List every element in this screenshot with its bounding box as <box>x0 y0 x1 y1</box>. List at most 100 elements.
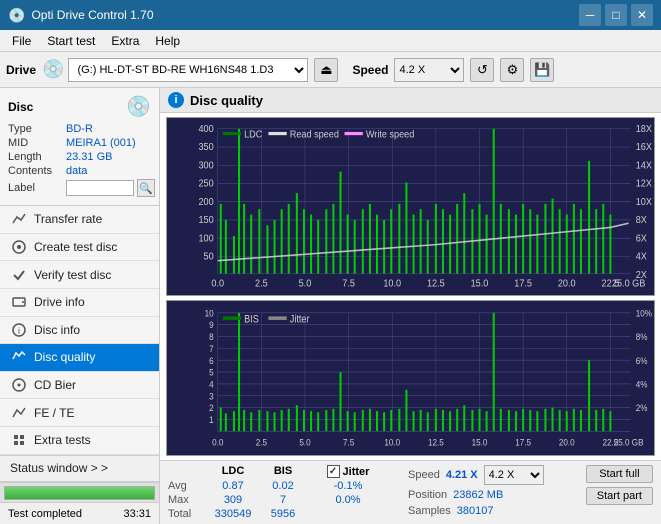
disc-length-row: Length 23.31 GB <box>8 151 151 163</box>
max-ldc: 309 <box>208 494 258 506</box>
sidebar-item-extra-tests[interactable]: Extra tests <box>0 427 159 455</box>
total-ldc: 330549 <box>208 508 258 520</box>
svg-text:12.5: 12.5 <box>428 437 444 448</box>
svg-text:6X: 6X <box>636 232 648 243</box>
drive-info-icon <box>10 293 28 311</box>
svg-text:0.0: 0.0 <box>211 277 224 288</box>
sidebar-item-disc-quality[interactable]: Disc quality <box>0 344 159 372</box>
close-button[interactable]: ✕ <box>631 4 653 26</box>
svg-text:6%: 6% <box>636 355 648 366</box>
ldc-chart: 400 350 300 250 200 150 100 50 18X 16X 1… <box>166 117 655 296</box>
svg-text:400: 400 <box>198 123 213 134</box>
svg-text:10X: 10X <box>636 196 653 207</box>
status-bar: Test completed 33:31 <box>0 502 159 524</box>
position-label: Position <box>408 489 447 501</box>
svg-text:2.5: 2.5 <box>256 437 267 448</box>
svg-text:Write speed: Write speed <box>366 128 414 139</box>
settings-button[interactable]: ⚙ <box>500 58 524 82</box>
svg-text:2.5: 2.5 <box>255 277 268 288</box>
bis-chart-svg: 10 9 8 7 6 5 4 3 2 1 10% 8% 6% 4% 2% <box>167 301 654 455</box>
fe-te-icon <box>10 404 28 422</box>
sidebar-item-create-test-disc[interactable]: Create test disc <box>0 234 159 262</box>
disc-quality-header-icon: i <box>168 92 184 108</box>
svg-text:BIS: BIS <box>244 314 259 326</box>
svg-text:15.0: 15.0 <box>471 277 489 288</box>
avg-bis: 0.02 <box>258 480 308 492</box>
speed-label: Speed <box>352 63 388 77</box>
position-value: 23862 MB <box>453 489 503 501</box>
svg-text:1: 1 <box>209 414 214 425</box>
svg-text:20.0: 20.0 <box>558 277 576 288</box>
sidebar-item-fe-te[interactable]: FE / TE <box>0 399 159 427</box>
app-title: Opti Drive Control 1.70 <box>31 8 153 22</box>
status-window-button[interactable]: Status window > > <box>0 455 159 483</box>
action-buttons: Start full Start part <box>586 465 653 505</box>
svg-text:3: 3 <box>209 391 214 402</box>
drive-select[interactable]: (G:) HL-DT-ST BD-RE WH16NS48 1.D3 <box>68 58 308 82</box>
maximize-button[interactable]: □ <box>605 4 627 26</box>
status-time: 33:31 <box>123 508 151 520</box>
refresh-button[interactable]: ↺ <box>470 58 494 82</box>
disc-quality-header: i Disc quality <box>160 88 661 113</box>
jitter-checkbox[interactable]: ✓ <box>327 465 340 478</box>
disc-panel: Disc 💿 Type BD-R MID MEIRA1 (001) Length… <box>0 88 159 206</box>
svg-text:10%: 10% <box>636 308 652 319</box>
svg-text:150: 150 <box>198 214 213 225</box>
minimize-button[interactable]: ─ <box>579 4 601 26</box>
disc-label-button[interactable]: 🔍 <box>137 179 155 197</box>
disc-length-value: 23.31 GB <box>66 151 112 163</box>
sidebar-item-drive-info[interactable]: Drive info <box>0 289 159 317</box>
speed-position-group: Speed 4.21 X 4.2 X Position 23862 MB Sam… <box>408 465 544 517</box>
disc-label-input[interactable] <box>66 180 134 196</box>
menu-extra[interactable]: Extra <box>103 32 147 50</box>
svg-text:8: 8 <box>209 332 214 343</box>
sidebar: Disc 💿 Type BD-R MID MEIRA1 (001) Length… <box>0 88 160 524</box>
titlebar-controls: ─ □ ✕ <box>579 4 653 26</box>
svg-text:100: 100 <box>198 232 213 243</box>
speed-select[interactable]: 4.2 X <box>394 58 464 82</box>
content-area: i Disc quality <box>160 88 661 524</box>
svg-text:9: 9 <box>209 320 214 331</box>
menu-start-test[interactable]: Start test <box>39 32 103 50</box>
bis-chart: 10 9 8 7 6 5 4 3 2 1 10% 8% 6% 4% 2% <box>166 300 655 456</box>
start-full-button[interactable]: Start full <box>586 465 653 483</box>
start-part-button[interactable]: Start part <box>586 487 653 505</box>
sidebar-item-verify-test-disc[interactable]: Verify test disc <box>0 261 159 289</box>
progress-bar-container <box>0 482 159 502</box>
sidebar-item-label: Transfer rate <box>34 212 102 226</box>
progress-bar <box>4 486 155 500</box>
sidebar-item-label: Extra tests <box>34 433 91 447</box>
disc-mid-row: MID MEIRA1 (001) <box>8 137 151 149</box>
sidebar-item-transfer-rate[interactable]: Transfer rate <box>0 206 159 234</box>
status-text: Test completed <box>8 508 82 520</box>
speed-stat-select[interactable]: 4.2 X <box>484 465 544 485</box>
jitter-header: Jitter <box>343 466 370 478</box>
eject-button[interactable]: ⏏ <box>314 58 338 82</box>
svg-text:300: 300 <box>198 159 213 170</box>
sidebar-item-cd-bier[interactable]: CD Bier <box>0 372 159 400</box>
titlebar: 💿 Opti Drive Control 1.70 ─ □ ✕ <box>0 0 661 30</box>
menu-help[interactable]: Help <box>147 32 188 50</box>
progress-bar-fill <box>5 487 154 499</box>
total-jitter <box>308 508 388 520</box>
svg-text:200: 200 <box>198 196 213 207</box>
disc-label-row: Label 🔍 <box>8 179 151 197</box>
sidebar-item-label: Disc info <box>34 323 80 337</box>
drive-label: Drive <box>6 63 36 77</box>
disc-quality-title: Disc quality <box>190 93 263 108</box>
total-bis: 5956 <box>258 508 308 520</box>
save-button[interactable]: 💾 <box>530 58 554 82</box>
svg-text:Jitter: Jitter <box>290 314 310 326</box>
sidebar-item-disc-info[interactable]: i Disc info <box>0 317 159 345</box>
disc-panel-title: Disc <box>8 100 33 114</box>
svg-text:2: 2 <box>209 403 214 414</box>
max-bis: 7 <box>258 494 308 506</box>
disc-info-icon: i <box>10 321 28 339</box>
sidebar-item-label: Disc quality <box>34 350 95 364</box>
menu-file[interactable]: File <box>4 32 39 50</box>
sidebar-item-label: Create test disc <box>34 240 117 254</box>
max-label: Max <box>168 494 208 506</box>
svg-text:350: 350 <box>198 141 213 152</box>
svg-text:12X: 12X <box>636 177 653 188</box>
svg-text:8X: 8X <box>636 214 648 225</box>
